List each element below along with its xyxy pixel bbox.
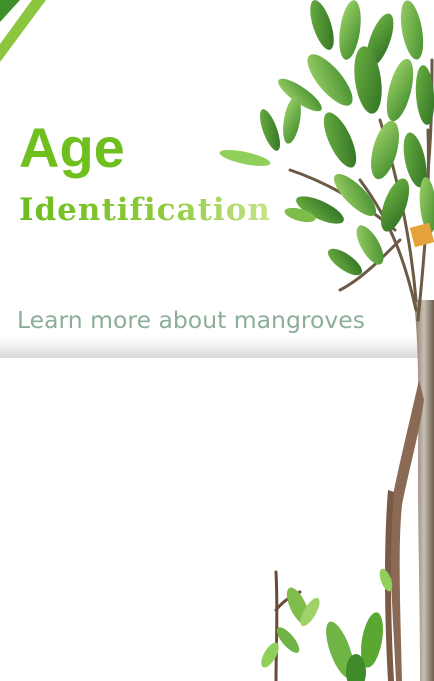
seedling-image (261, 568, 393, 681)
learn-more-link[interactable]: Learn more about mangroves (17, 304, 365, 336)
page: Age Identification Learn more about mang… (0, 0, 434, 681)
page-title-identification: Identification (19, 192, 271, 228)
page-title-age: Age (19, 116, 125, 179)
